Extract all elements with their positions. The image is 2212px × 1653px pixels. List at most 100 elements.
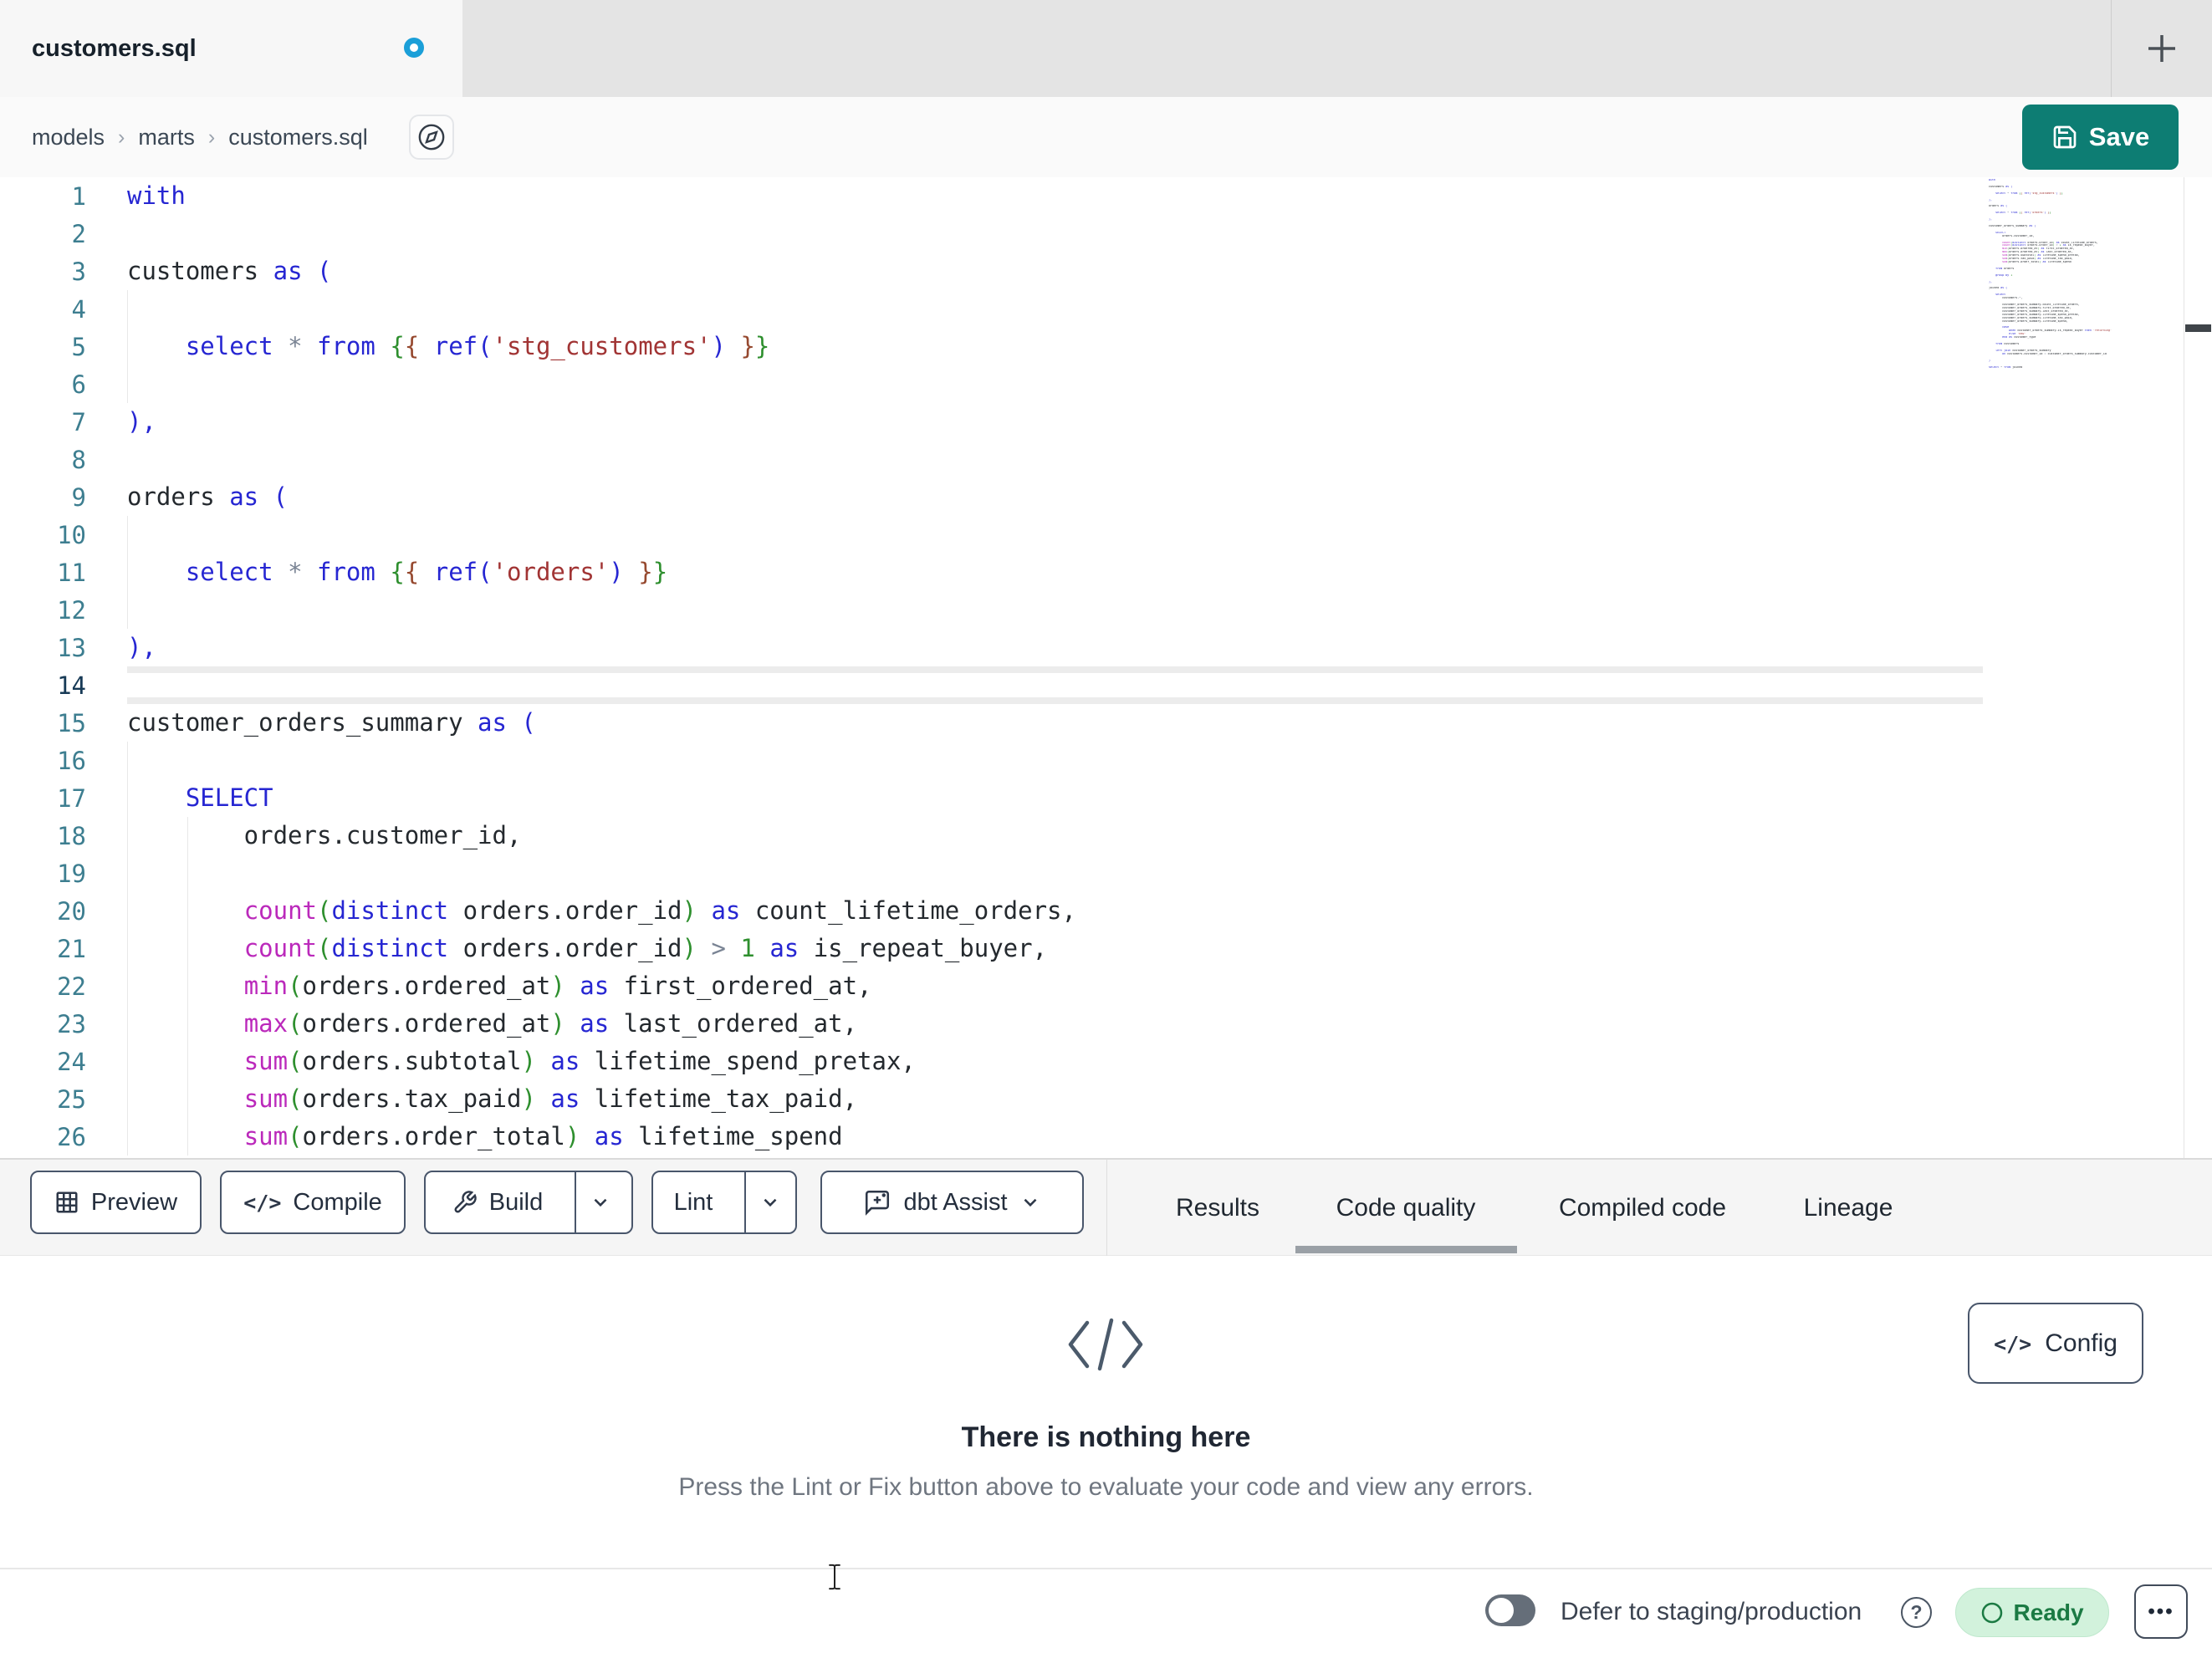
action-toolbar: Preview Compile Build Lint dbt Assi [0,1158,2212,1256]
code-line[interactable]: 8 [0,441,2212,478]
code-line[interactable]: 12 [0,591,2212,629]
line-number: 4 [71,294,86,324]
code-quality-panel: There is nothing here Press the Lint or … [0,1256,2212,1568]
config-button[interactable]: Config [1968,1303,2143,1384]
code-line[interactable]: 20 count(distinct orders.order_id) as co… [0,892,2212,930]
code-line-content: count(distinct orders.order_id) > 1 as i… [127,930,1983,967]
toggle-knob [1489,1598,1514,1623]
question-circle-icon[interactable] [1901,1597,1932,1628]
line-number: 15 [57,708,86,737]
empty-state-description: Press the Lint or Fix button above to ev… [678,1473,1534,1501]
minimap[interactable]: with customers as ( select * from {{ ref… [1989,179,2183,369]
ready-label: Ready [2013,1599,2084,1625]
line-number: 20 [57,896,86,926]
code-line[interactable]: 25 sum(orders.tax_paid) as lifetime_tax_… [0,1080,2212,1118]
code-line-content: orders.customer_id, [127,817,1983,855]
code-line-content: with [127,181,186,210]
panel-tab-code-quality[interactable]: Code quality [1336,1194,1476,1222]
code-line-content [127,666,1983,704]
code-line[interactable]: 26 sum(orders.order_total) as lifetime_s… [0,1118,2212,1156]
code-line[interactable]: 4 [0,290,2212,328]
code-line[interactable]: 2 [0,215,2212,253]
code-line-content [127,591,1983,629]
new-tab-button[interactable] [2138,24,2186,73]
save-button[interactable]: Save [2022,105,2179,170]
code-line-content: ), [127,633,156,661]
compass-icon [418,124,445,151]
line-number: 2 [71,219,86,248]
line-number: 10 [57,520,86,549]
line-number: 14 [57,671,86,700]
code-line-content: count(distinct orders.order_id) as count… [127,892,1983,930]
code-line-content: ), [127,407,156,436]
code-line-content: customer_orders_summary as ( [127,708,536,737]
code-editor[interactable]: 1 with 2 3 customers as (4 5 select * from {{… [0,177,2212,1158]
unsaved-indicator-dot[interactable] [404,38,424,58]
code-line[interactable]: 11 select * from {{ ref('orders') }} [0,554,2212,591]
code-line[interactable]: 9 orders as ( [0,478,2212,516]
code-line[interactable]: 18 orders.customer_id, [0,817,2212,855]
more-options-button[interactable] [2134,1584,2188,1639]
panel-tabs: Results Code quality Compiled code Lineage [0,1160,2212,1256]
code-line-content [127,290,1983,328]
code-line[interactable]: 13), [0,629,2212,666]
code-line-content [127,855,1983,892]
code-line[interactable]: 15 customer_orders_summary as ( [0,704,2212,742]
ide-status-badge[interactable]: Ready [1955,1588,2109,1637]
code-line[interactable]: 17 SELECT [0,779,2212,817]
code-line[interactable]: 6 [0,365,2212,403]
code-line-content [127,441,1983,478]
code-line[interactable]: 3 customers as ( [0,253,2212,290]
line-number: 13 [57,633,86,662]
line-number: 12 [57,595,86,625]
code-line-content: sum(orders.order_total) as lifetime_spen… [127,1118,1983,1156]
code-line[interactable]: 1 with [0,177,2212,215]
panel-tab-results[interactable]: Results [1176,1194,1259,1222]
dbt-ide-window: customers.sql models › marts › customers.sql… [0,0,2212,1653]
code-line[interactable]: 23 max(orders.ordered_at) as last_ordere… [0,1005,2212,1043]
line-number: 25 [57,1084,86,1114]
code-line-content: SELECT [127,779,1983,817]
breadcrumb-segment-marts[interactable]: marts [138,125,195,151]
code-line-content: sum(orders.tax_paid) as lifetime_tax_pai… [127,1080,1983,1118]
code-line[interactable]: 14 [0,666,2212,704]
code-line[interactable]: 10 [0,516,2212,554]
code-line[interactable]: 16 [0,742,2212,779]
line-number: 3 [71,257,86,286]
config-label: Config [2045,1329,2117,1357]
line-number: 24 [57,1047,86,1076]
file-tab-customers-sql[interactable]: customers.sql [0,0,462,97]
line-number: 5 [71,332,86,361]
code-line[interactable]: 7), [0,403,2212,441]
code-line[interactable]: 21 count(distinct orders.order_id) > 1 a… [0,930,2212,967]
code-line-content [127,516,1983,554]
code-line-content [127,215,1983,253]
empty-state-title: There is nothing here [961,1421,1251,1453]
code-line-content: sum(orders.subtotal) as lifetime_spend_p… [127,1043,1983,1080]
panel-tab-compiled-code[interactable]: Compiled code [1559,1194,1726,1222]
code-line-content: select * from {{ ref('orders') }} [127,554,1983,591]
code-line[interactable]: 19 [0,855,2212,892]
circle-outline-icon [1982,1602,2003,1623]
code-line[interactable]: 22 min(orders.ordered_at) as first_order… [0,967,2212,1005]
line-number: 1 [71,181,86,211]
line-number: 9 [71,482,86,512]
line-number: 19 [57,859,86,888]
line-number: 23 [57,1009,86,1038]
code-line[interactable]: 5 select * from {{ ref('stg_customers') … [0,328,2212,365]
breadcrumb-segment-customers-sql[interactable]: customers.sql [228,125,368,151]
code-line-content: customers as ( [127,257,332,285]
code-line-content: orders as ( [127,482,289,511]
line-number: 18 [57,821,86,850]
scrollbar-thumb[interactable] [2185,324,2211,332]
breadcrumb-segment-models[interactable]: models [32,125,105,151]
compass-button[interactable] [409,115,454,160]
defer-toggle[interactable] [1485,1594,1535,1626]
panel-tab-lineage[interactable]: Lineage [1804,1194,1893,1222]
code-brackets-icon [1994,1329,2031,1358]
line-number: 8 [71,445,86,474]
code-line[interactable]: 24 sum(orders.subtotal) as lifetime_spen… [0,1043,2212,1080]
line-number: 26 [57,1122,86,1151]
breadcrumb-row: models › marts › customers.sql Save [0,97,2212,177]
breadcrumb-separator: › [118,125,125,149]
